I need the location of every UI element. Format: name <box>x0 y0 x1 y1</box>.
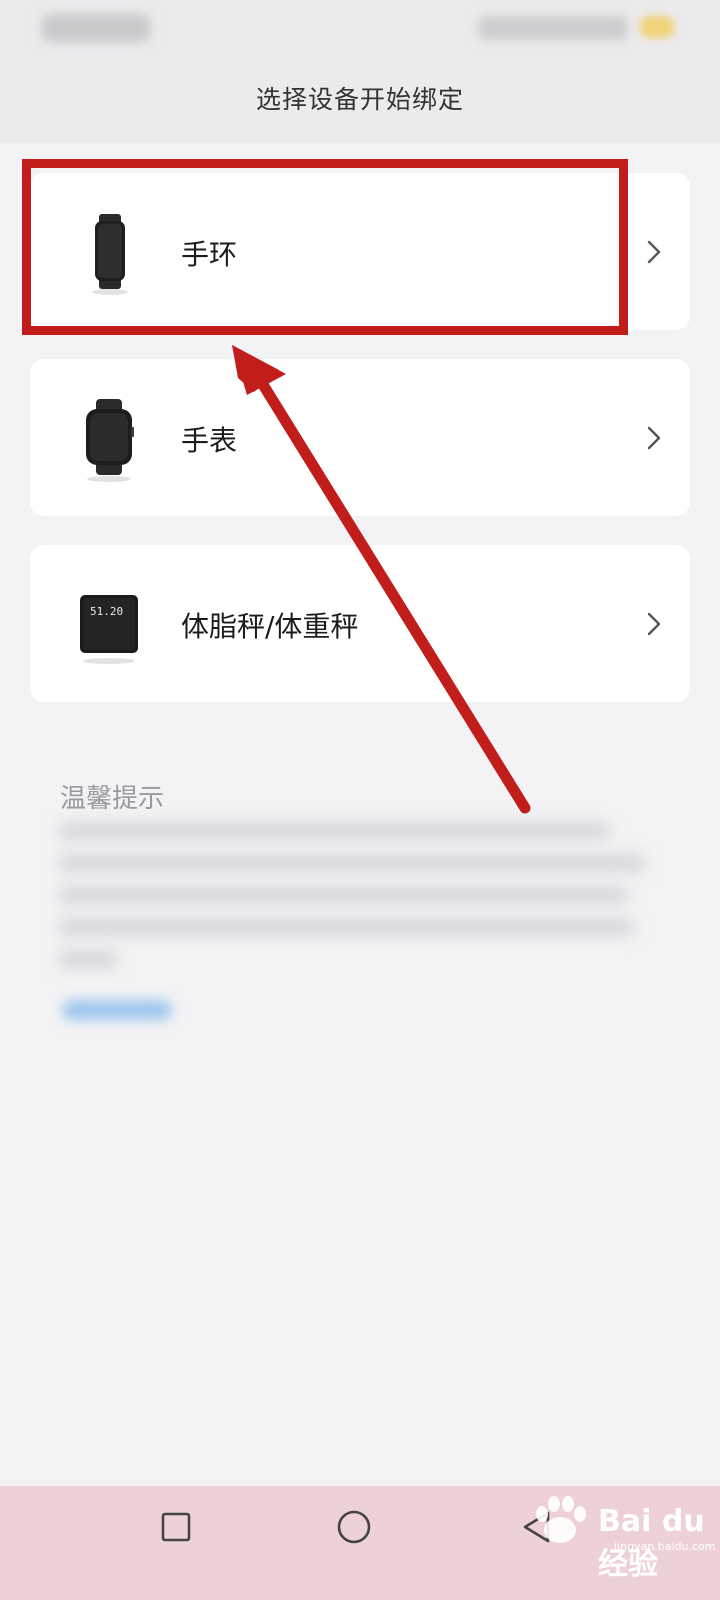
paw-logo-icon <box>536 1496 586 1543</box>
home-button[interactable] <box>336 1509 372 1545</box>
watermark-subtext: jingyan.baidu.com <box>614 1540 716 1553</box>
annotation-arrow <box>232 345 531 814</box>
baidu-jingyan-watermark: Bai du 经验 jingyan.baidu.com <box>520 1490 716 1582</box>
recent-apps-button[interactable] <box>160 1511 192 1543</box>
